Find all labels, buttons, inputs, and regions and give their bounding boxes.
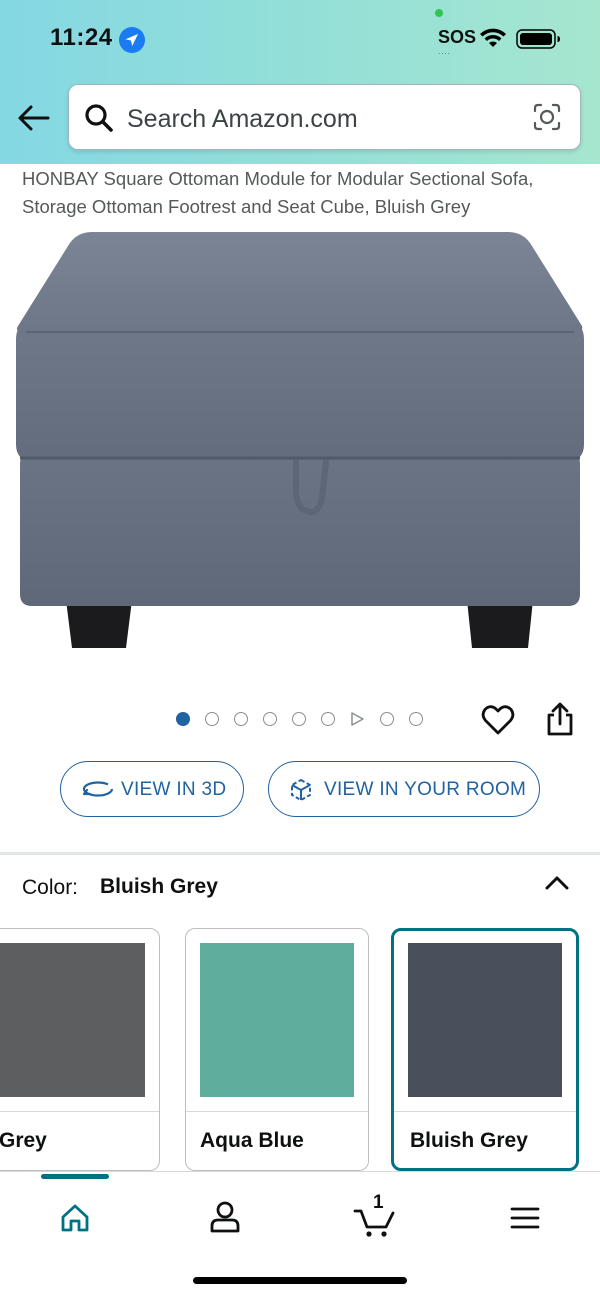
home-icon <box>61 1204 89 1232</box>
swatch-image <box>408 943 562 1097</box>
selected-color-value: Bluish Grey <box>100 875 218 898</box>
person-icon <box>210 1201 240 1233</box>
swatch-label: Aqua Blue <box>200 1129 304 1152</box>
view-in-your-room-label: VIEW IN YOUR ROOM <box>324 779 527 800</box>
rotate-3d-icon <box>82 781 114 797</box>
cart-count-badge: 1 <box>373 1192 384 1213</box>
arrow-left-icon[interactable] <box>14 100 54 136</box>
nav-home-button[interactable] <box>45 1188 105 1248</box>
search-input[interactable]: Search Amazon.com <box>127 105 358 134</box>
view-in-3d-label: VIEW IN 3D <box>121 779 227 800</box>
carousel-dot[interactable] <box>263 712 277 726</box>
nav-cart-button[interactable]: 1 <box>345 1188 405 1248</box>
view-in-your-room-button[interactable]: VIEW IN YOUR ROOM <box>268 761 540 817</box>
wifi-icon <box>480 28 506 47</box>
color-label: Color: <box>22 876 79 899</box>
carousel-dot[interactable] <box>380 712 394 726</box>
sos-signal-dots: .... <box>438 47 451 56</box>
status-time: 11:24 <box>50 24 113 51</box>
carousel-dot[interactable] <box>292 712 306 726</box>
swatch-label: Grey <box>0 1129 47 1152</box>
section-divider <box>0 852 600 855</box>
search-bar[interactable]: Search Amazon.com <box>68 84 581 150</box>
app-header: 11:24 SOS .... Search Amazon.com <box>0 0 600 164</box>
ar-cube-icon <box>291 779 311 801</box>
color-swatch-aqua-blue[interactable]: Aqua Blue <box>185 928 369 1171</box>
swatch-image <box>0 943 145 1097</box>
product-image[interactable] <box>0 222 600 662</box>
battery-icon <box>516 29 560 49</box>
nav-account-button[interactable] <box>195 1188 255 1248</box>
carousel-dot[interactable] <box>409 712 423 726</box>
carousel-dot-active[interactable] <box>176 712 190 726</box>
color-swatch-grey[interactable]: Grey <box>0 928 160 1171</box>
home-indicator <box>193 1277 407 1284</box>
privacy-indicator <box>435 9 443 17</box>
swatch-image <box>200 943 354 1097</box>
color-swatch-bluish-grey[interactable]: Bluish Grey <box>391 928 579 1171</box>
hamburger-menu-icon <box>510 1207 540 1229</box>
share-icon[interactable] <box>544 700 576 738</box>
heart-icon[interactable] <box>480 702 516 738</box>
view-in-3d-button[interactable]: VIEW IN 3D <box>60 761 244 817</box>
active-tab-indicator <box>41 1174 109 1179</box>
location-arrow-icon <box>119 27 145 53</box>
swatch-label: Bluish Grey <box>410 1129 528 1152</box>
chevron-up-icon[interactable] <box>540 868 574 898</box>
lens-camera-icon[interactable] <box>531 101 563 133</box>
carousel-dot[interactable] <box>321 712 335 726</box>
search-icon <box>85 104 113 132</box>
video-play-icon[interactable] <box>349 711 365 727</box>
carousel-dot[interactable] <box>205 712 219 726</box>
carousel-dot[interactable] <box>234 712 248 726</box>
sos-label: SOS <box>438 27 477 47</box>
product-title[interactable]: HONBAY Square Ottoman Module for Modular… <box>22 165 582 221</box>
nav-menu-button[interactable] <box>495 1188 555 1248</box>
